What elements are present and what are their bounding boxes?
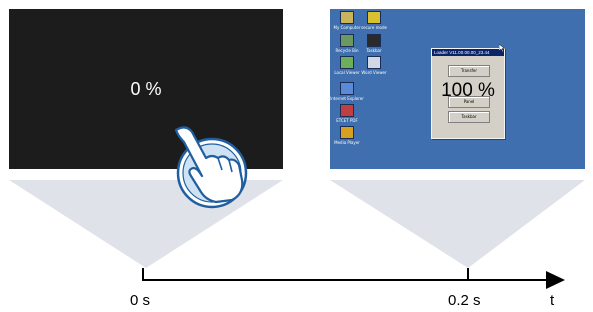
internet-explorer-icon xyxy=(340,82,354,95)
time-axis-arrowhead xyxy=(546,271,565,289)
loader-window-title: Loader V11.00.00.00_23.44 xyxy=(432,49,504,56)
computer-icon xyxy=(340,11,354,24)
touch-hand-icon xyxy=(174,126,248,209)
loader-window: Loader V11.00.00.00_23.44 Transfer Panel… xyxy=(431,48,505,139)
recycle-bin-icon xyxy=(340,34,354,47)
progress-percent-complete: 100 % xyxy=(441,80,495,101)
projection-cone-right xyxy=(330,180,585,268)
desktop-icon-media-player[interactable]: Media Player xyxy=(330,126,364,145)
word-viewer-icon xyxy=(367,56,381,69)
time-axis-label: t xyxy=(550,292,555,309)
progress-percent-start: 0 % xyxy=(130,79,162,99)
pdf-icon xyxy=(340,104,354,117)
secure-mode-icon xyxy=(367,11,381,24)
desktop-icon-internet-explorer[interactable]: Internet Explorer xyxy=(330,82,364,101)
desktop-icon-secure-mode[interactable]: secure mode xyxy=(357,11,391,30)
taskbar-button[interactable]: Taskbar xyxy=(448,111,490,123)
tick-label-end: 0.2 s xyxy=(448,292,481,309)
tick-label-start: 0 s xyxy=(130,292,151,309)
media-player-icon xyxy=(340,126,354,139)
taskbar-icon xyxy=(367,34,381,47)
mouse-cursor-icon xyxy=(499,44,505,52)
desktop-icon-taskbar[interactable]: Taskbar xyxy=(357,34,391,53)
screen-desktop: My Computer secure mode Recycle Bin Task… xyxy=(330,9,585,169)
transfer-button[interactable]: Transfer xyxy=(448,65,490,77)
desktop-icon-pdf[interactable]: ETCET PDF xyxy=(330,104,364,123)
desktop-icon-word-viewer[interactable]: Word Viewer xyxy=(357,56,391,75)
local-viewer-icon xyxy=(340,56,354,69)
